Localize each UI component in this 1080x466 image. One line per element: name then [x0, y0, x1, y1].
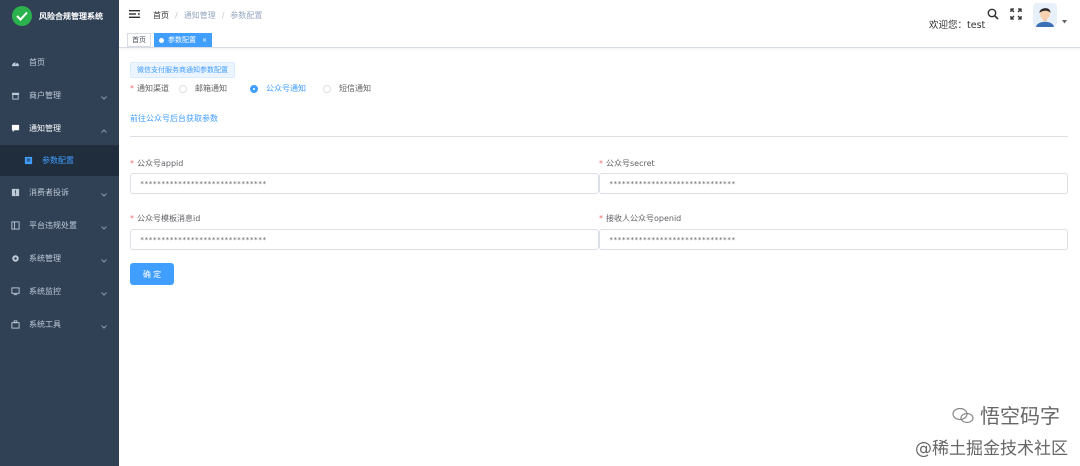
sidebar-item-label: 首页 — [29, 58, 45, 67]
watermark-title: 悟空码字 — [952, 400, 1060, 430]
breadcrumb: 首页 / 通知管理 / 参数配置 — [153, 10, 262, 21]
breadcrumb-separator: / — [221, 11, 225, 20]
radio-email[interactable]: 邮箱通知 — [179, 83, 227, 94]
openid-input[interactable]: ****************************** — [599, 229, 1068, 250]
welcome-text: 欢迎您：test — [929, 20, 986, 31]
sidebar-item-label: 消费者投诉 — [29, 188, 69, 197]
divider — [130, 136, 1068, 137]
radio-circle — [250, 84, 258, 93]
secret-label: * 公众号secret — [599, 158, 655, 169]
notification-channel-group: * 通知渠道 邮箱通知 公众号通知 短信通知 — [130, 83, 371, 94]
sidebar-item-label: 系统工具 — [29, 320, 61, 329]
fullscreen-icon[interactable] — [1010, 8, 1022, 22]
template-id-label: * 公众号模板消息id — [130, 213, 200, 224]
store-icon — [11, 91, 20, 100]
avatar[interactable] — [1033, 3, 1057, 27]
radio-label: 邮箱通知 — [195, 84, 227, 93]
wechat-logo-icon — [952, 406, 974, 430]
sidebar-item-home[interactable]: 首页 — [0, 46, 119, 79]
radio-sms[interactable]: 短信通知 — [323, 83, 371, 94]
sidebar-item-label: 系统监控 — [29, 287, 61, 296]
dashboard-icon — [11, 58, 20, 67]
chevron-down-icon — [101, 93, 107, 102]
document-icon — [24, 156, 33, 165]
sidebar-item-label: 通知管理 — [29, 124, 61, 133]
sidebar-item-tools[interactable]: 系统工具 — [0, 308, 119, 341]
breadcrumb-home[interactable]: 首页 — [153, 10, 169, 21]
sidebar-item-label: 商户管理 — [29, 91, 61, 100]
required-mark: * — [130, 159, 134, 168]
sidebar-item-complaint[interactable]: 消费者投诉 — [0, 176, 119, 209]
complaint-icon — [11, 188, 20, 197]
secret-input[interactable]: ****************************** — [599, 173, 1068, 194]
breadcrumb-separator: / — [175, 11, 178, 20]
appid-input[interactable]: ****************************** — [130, 173, 599, 194]
main-content: 微信支付服务商通知参数配置 * 通知渠道 邮箱通知 公众号通知 短信通知 前往公… — [119, 48, 1080, 466]
radio-official-account[interactable]: 公众号通知 — [250, 83, 306, 94]
chevron-up-icon — [101, 126, 107, 135]
chevron-down-icon — [101, 190, 107, 199]
message-icon — [11, 124, 20, 133]
required-mark: * — [599, 214, 603, 223]
hamburger-icon[interactable] — [129, 9, 140, 21]
violation-icon — [11, 221, 20, 230]
app-title: 风险合规管理系统 — [39, 11, 103, 21]
sidebar-item-merchant[interactable]: 商户管理 — [0, 79, 119, 112]
tags-view: 首页 参数配置 × — [119, 31, 1080, 48]
appid-label-text: 公众号appid — [137, 159, 184, 168]
sidebar-subitem-params[interactable]: 参数配置 — [0, 145, 119, 176]
radio-label: 公众号通知 — [266, 84, 306, 93]
appid-label: * 公众号appid — [130, 158, 183, 169]
watermark-subtitle: @稀土掘金技术社区 — [915, 439, 1068, 459]
toolbox-icon — [11, 320, 20, 329]
required-mark: * — [130, 214, 134, 223]
watermark-line1: 悟空码字 — [980, 404, 1060, 428]
sidebar-item-violation[interactable]: 平台违规处置 — [0, 209, 119, 242]
logo-icon — [12, 6, 32, 26]
caret-down-icon[interactable] — [1062, 17, 1067, 26]
tag-home[interactable]: 首页 — [127, 33, 151, 47]
gear-icon — [11, 254, 20, 263]
sidebar-item-label: 系统管理 — [29, 254, 61, 263]
required-mark: * — [130, 84, 134, 93]
navbar: 首页 / 通知管理 / 参数配置 欢迎您：test — [119, 0, 1080, 31]
radio-circle — [179, 84, 187, 93]
sidebar-item-monitor[interactable]: 系统监控 — [0, 275, 119, 308]
config-tip-button[interactable]: 微信支付服务商通知参数配置 — [130, 62, 235, 78]
chevron-down-icon — [101, 256, 107, 265]
chevron-down-icon — [101, 322, 107, 331]
search-icon[interactable] — [987, 8, 999, 22]
template-id-label-text: 公众号模板消息id — [137, 214, 201, 223]
tag-params-active[interactable]: 参数配置 × — [154, 33, 213, 47]
tag-label: 首页 — [132, 36, 146, 44]
monitor-icon — [11, 287, 20, 296]
required-mark: * — [599, 159, 603, 168]
chevron-down-icon — [101, 223, 107, 232]
openid-label: * 接收人公众号openid — [599, 213, 681, 224]
breadcrumb-current: 参数配置 — [230, 11, 263, 20]
template-id-input[interactable]: ****************************** — [130, 229, 599, 250]
sidebar-subitem-label: 参数配置 — [42, 156, 74, 165]
openid-label-text: 接收人公众号openid — [606, 214, 682, 223]
tag-label: 参数配置 — [168, 36, 196, 44]
sidebar-item-notification[interactable]: 通知管理 — [0, 112, 119, 145]
logo-area[interactable]: 风险合规管理系统 — [0, 0, 119, 32]
active-dot-icon — [159, 37, 164, 43]
official-account-link[interactable]: 前往公众号后台获取参数 — [130, 113, 218, 124]
radio-label: 短信通知 — [339, 84, 371, 93]
chevron-down-icon — [101, 289, 107, 298]
channel-label: 通知渠道 — [137, 84, 169, 93]
sidebar: 风险合规管理系统 首页 商户管理 通知管理 参数配置 消费者投诉 平台违规处置 … — [0, 0, 119, 466]
close-icon[interactable]: × — [202, 37, 207, 44]
confirm-button[interactable]: 确 定 — [130, 263, 174, 285]
radio-circle — [323, 84, 331, 93]
breadcrumb-notification: 通知管理 — [183, 11, 216, 20]
secret-label-text: 公众号secret — [606, 159, 655, 168]
sidebar-item-label: 平台违规处置 — [29, 221, 77, 230]
sidebar-item-system[interactable]: 系统管理 — [0, 242, 119, 275]
